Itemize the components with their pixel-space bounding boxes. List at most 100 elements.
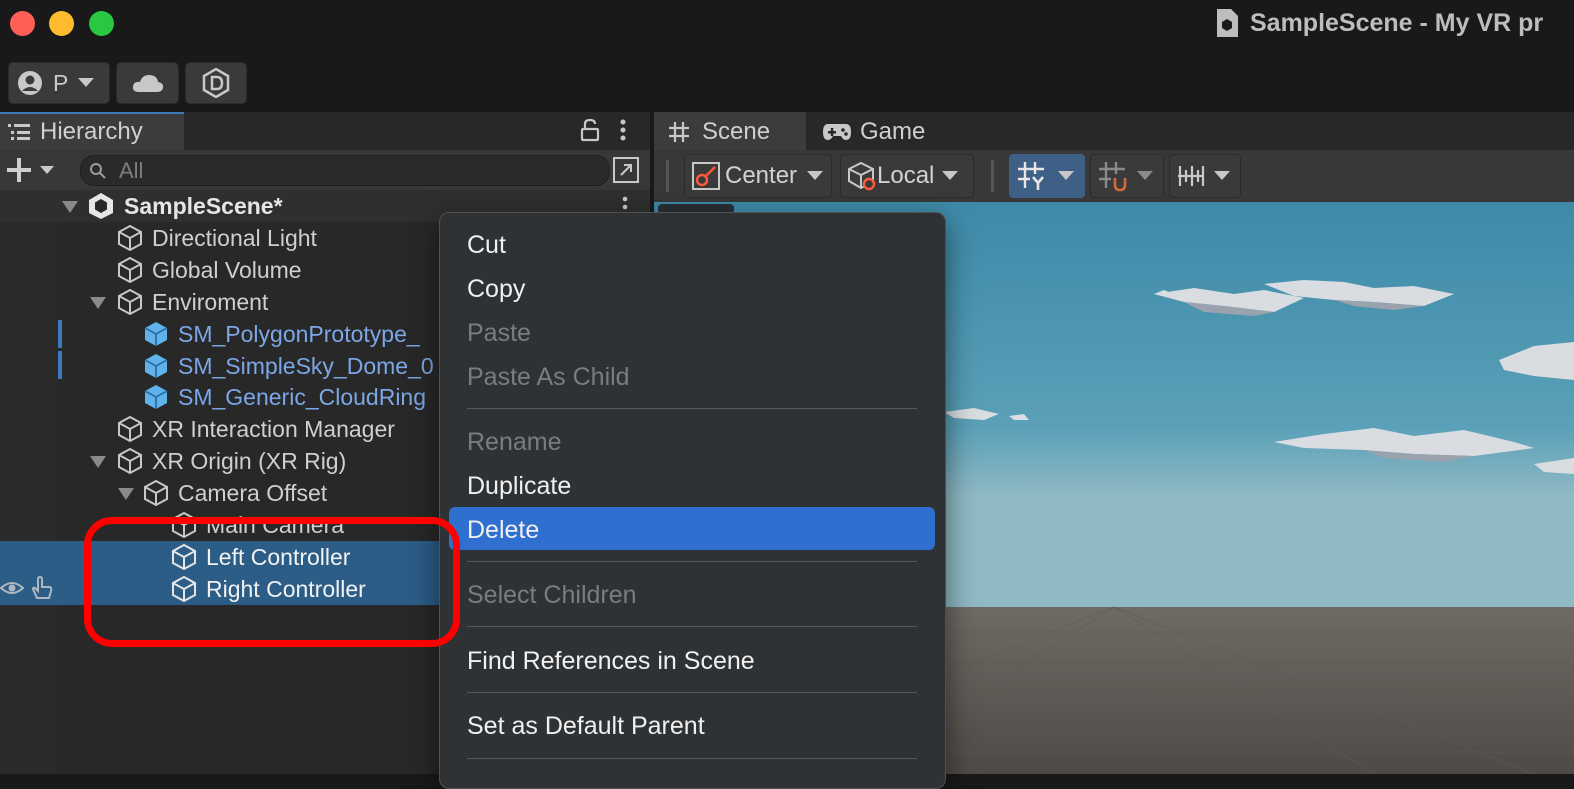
search-scope-icon[interactable] (612, 156, 640, 184)
gameobject-cube-icon (118, 415, 142, 443)
chevron-down-icon (1058, 171, 1074, 180)
chevron-down-icon (78, 78, 95, 87)
hierarchy-gutter (0, 222, 57, 774)
menu-separator (467, 408, 917, 409)
menu-separator (467, 626, 917, 627)
search-icon (90, 162, 106, 179)
grid-snap-icon (1099, 162, 1127, 192)
menu-item-paste-as-child: Paste As Child (467, 363, 630, 391)
gameobject-cube-icon (118, 224, 142, 252)
gameobject-cube-icon (118, 447, 142, 475)
pivot-mode-dropdown[interactable]: Center (684, 154, 832, 198)
pivot-rotation-label: Local (877, 162, 935, 189)
toolbar-grip (666, 160, 669, 192)
gameobject-cube-icon (144, 479, 168, 507)
item-label: XR Origin (XR Rig) (152, 447, 347, 474)
prefab-cube-icon (144, 354, 168, 378)
visibility-eye-icon[interactable] (0, 578, 24, 598)
grid-hash-icon (669, 122, 689, 142)
menu-separator (467, 758, 917, 759)
gamepad-icon (823, 124, 851, 140)
plus-icon (7, 158, 31, 182)
item-label: Enviroment (152, 288, 269, 315)
more-options-icon[interactable] (619, 118, 627, 142)
hierarchy-item-enviroment[interactable]: Enviroment (58, 286, 440, 318)
item-label: SM_Generic_CloudRing (178, 383, 427, 410)
ruler-icon (1178, 166, 1205, 186)
menu-separator (467, 561, 917, 562)
tab-scene-header: Scene (668, 116, 770, 148)
prefab-cube-icon (144, 385, 168, 409)
menu-item-set-default-parent[interactable]: Set as Default Parent (467, 712, 705, 741)
item-label: XR Interaction Manager (152, 415, 395, 442)
hierarchy-search-field[interactable]: All (80, 155, 610, 186)
item-label: SM_PolygonPrototype_ (178, 320, 420, 347)
prefab-cube-icon (144, 322, 168, 346)
hierarchy-tab-header: Hierarchy (8, 116, 143, 148)
unity-scene-icon (89, 193, 113, 219)
increment-snapping-toggle[interactable] (1169, 154, 1241, 198)
hierarchy-item-simple-sky-dome[interactable]: SM_SimpleSky_Dome_0 (58, 350, 440, 382)
menu-separator (467, 692, 917, 693)
tab-game-label: Game (860, 118, 926, 145)
tab-scene-label: Scene (702, 118, 771, 145)
gameobject-cube-icon (118, 256, 142, 284)
hierarchy-tab-label: Hierarchy (40, 118, 143, 145)
pivot-mode-label: Center (725, 162, 798, 189)
scene-name: SampleScene* (124, 193, 283, 219)
toolbar-divider (991, 160, 994, 192)
grid-visibility-toggle[interactable] (1009, 154, 1085, 198)
hierarchy-item-directional-light[interactable]: Directional Light (58, 222, 440, 254)
item-label: Global Volume (152, 256, 302, 283)
grid-snapping-toggle[interactable] (1090, 154, 1164, 198)
list-icon (8, 124, 30, 140)
account-label: P (53, 69, 69, 96)
pivot-center-icon (692, 162, 720, 190)
chevron-down-icon (1214, 171, 1230, 180)
account-icon (18, 71, 42, 95)
menu-item-rename: Rename (467, 428, 562, 456)
menu-item-select-children: Select Children (467, 581, 637, 609)
hierarchy-item-global-volume[interactable]: Global Volume (58, 254, 440, 286)
zoom-window-button[interactable] (89, 11, 114, 36)
grid-y-icon (1018, 162, 1044, 190)
annotation-highlight-box (84, 517, 460, 647)
minimize-window-button[interactable] (49, 11, 74, 36)
menu-item-find-references[interactable]: Find References in Scene (467, 647, 755, 676)
gameobject-cube-icon (118, 288, 142, 316)
item-label: Directional Light (152, 224, 317, 251)
menu-item-delete[interactable]: Delete (467, 516, 539, 545)
close-window-button[interactable] (10, 11, 35, 36)
local-cube-icon (848, 161, 876, 191)
chevron-down-icon (40, 165, 54, 174)
menu-item-cut[interactable]: Cut (467, 231, 506, 260)
menu-item-paste: Paste (467, 319, 531, 347)
window-title: SampleScene - My VR pr (1214, 6, 1574, 40)
pivot-rotation-dropdown[interactable]: Local (840, 154, 974, 198)
cloud-button[interactable] (116, 62, 179, 104)
chevron-down-icon (1137, 171, 1153, 180)
window-title-text: SampleScene - My VR pr (1250, 8, 1544, 37)
add-object-button[interactable] (6, 156, 60, 184)
tab-game[interactable]: Game (822, 116, 925, 148)
hierarchy-item-xr-origin[interactable]: XR Origin (XR Rig) (58, 445, 440, 477)
hierarchy-item-xr-interaction-manager[interactable]: XR Interaction Manager (58, 413, 440, 445)
scene-file-icon (1217, 9, 1238, 37)
hierarchy-item-generic-cloudring[interactable]: SM_Generic_CloudRing (58, 381, 440, 413)
hierarchy-item-camera-offset[interactable]: Camera Offset (58, 477, 440, 509)
menu-item-copy[interactable]: Copy (467, 275, 525, 304)
search-placeholder: All (119, 157, 144, 183)
hierarchy-item-polygon-prototype[interactable]: SM_PolygonPrototype_ (58, 318, 440, 350)
chevron-down-icon (807, 171, 824, 180)
lock-icon[interactable] (580, 118, 600, 142)
menu-item-duplicate[interactable]: Duplicate (467, 472, 571, 501)
pickable-hand-icon[interactable] (30, 576, 54, 600)
account-button[interactable]: P (8, 62, 110, 104)
version-control-icon (202, 68, 230, 98)
item-label: Camera Offset (178, 479, 328, 506)
plastic-scm-button[interactable] (185, 62, 247, 104)
context-menu: Cut Copy Paste Paste As Child Rename Dup… (439, 212, 946, 789)
chevron-down-icon (942, 171, 959, 180)
cloud-icon (132, 75, 163, 92)
foldout-arrow[interactable] (62, 201, 78, 213)
